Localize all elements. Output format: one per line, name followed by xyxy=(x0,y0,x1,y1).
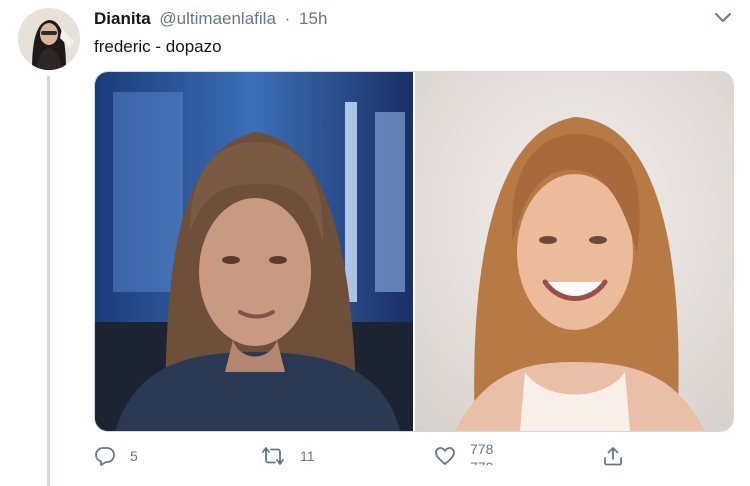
retweet-count: 11 xyxy=(300,448,315,464)
retweet-icon xyxy=(260,445,286,467)
photo-left[interactable] xyxy=(95,72,413,431)
like-button[interactable]: 778 779 xyxy=(434,440,510,472)
tweet-header: Dianita @ultimaenlafila · 15h xyxy=(94,9,327,29)
heart-icon xyxy=(434,445,456,467)
share-icon xyxy=(602,445,624,467)
reply-count: 5 xyxy=(130,448,138,464)
avatar[interactable] xyxy=(18,8,80,70)
display-name[interactable]: Dianita xyxy=(94,9,151,28)
like-count: 778 xyxy=(470,441,494,457)
thread-line xyxy=(47,76,50,486)
share-button[interactable] xyxy=(602,440,624,472)
reply-icon xyxy=(94,445,116,467)
tweet-text: frederic - dopazo xyxy=(94,37,222,56)
separator-dot: · xyxy=(284,9,291,28)
like-count-wrap: 778 779 xyxy=(470,440,510,472)
tweet[interactable]: Dianita @ultimaenlafila · 15h frederic -… xyxy=(0,0,750,486)
user-handle[interactable]: @ultimaenlafila xyxy=(159,9,275,28)
chevron-down-icon xyxy=(712,13,734,30)
media-grid xyxy=(94,71,734,432)
timestamp[interactable]: 15h xyxy=(299,9,327,28)
photo-right[interactable] xyxy=(415,72,733,431)
more-options-button[interactable] xyxy=(712,8,734,26)
retweet-button[interactable]: 11 xyxy=(260,440,315,472)
like-count-next: 779 xyxy=(470,459,494,472)
reply-button[interactable]: 5 xyxy=(94,440,138,472)
tweet-actions: 5 11 778 779 xyxy=(94,440,734,480)
